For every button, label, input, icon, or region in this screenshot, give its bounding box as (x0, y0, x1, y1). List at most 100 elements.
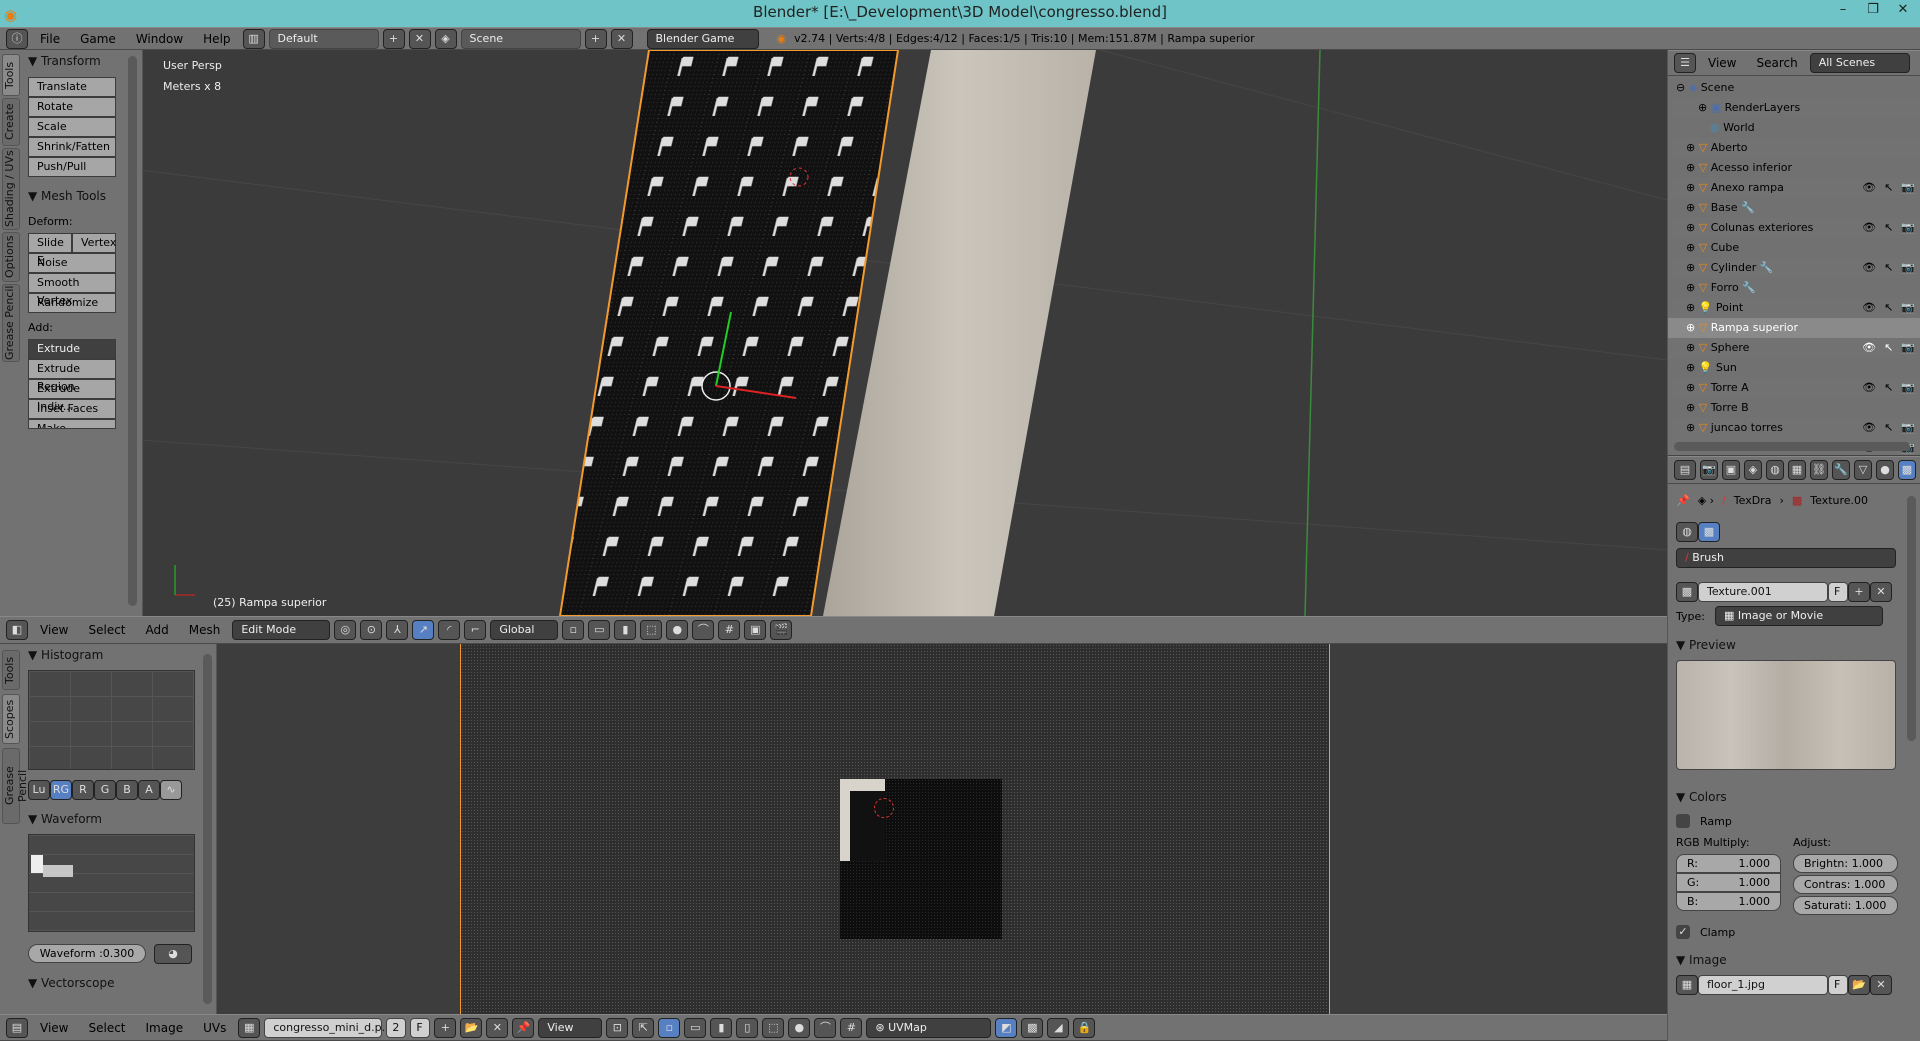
2d-cursor[interactable] (874, 798, 894, 818)
uv-fake-user-button[interactable]: F (410, 1017, 431, 1038)
mask-icon[interactable]: ◢ (1047, 1017, 1070, 1038)
waveform-panel-header[interactable]: ▼ Waveform (28, 808, 198, 830)
smooth-vertex-button[interactable]: Smooth Vertex (28, 273, 116, 307)
image-browse-icon[interactable]: ▦ (238, 1017, 261, 1038)
editor-type-info-icon[interactable]: ⓘ (6, 28, 28, 49)
menu-view[interactable]: View (32, 623, 76, 637)
properties-scrollbar[interactable] (1907, 496, 1916, 741)
brightness-field[interactable]: Brightn: 1.000 (1793, 854, 1898, 873)
pin-image-icon[interactable]: 📌 (512, 1017, 535, 1038)
image-browse-icon[interactable]: ▦ (1676, 975, 1698, 995)
orientation-selector[interactable]: Global (490, 620, 559, 640)
outliner-object-row[interactable]: ⊕ ▽ Forro 🔧 👁 ↖ 📷 (1668, 278, 1920, 314)
unlink-texture-icon[interactable]: ✕ (1870, 582, 1892, 602)
texture-browse-icon[interactable]: ▩ (1676, 582, 1698, 602)
ramp-checkbox[interactable]: Ramp (1676, 814, 1912, 828)
material-tab-icon[interactable]: ● (1876, 460, 1894, 480)
outliner-object-row[interactable]: ⊕ 💡 Point👁↖📷 (1668, 298, 1920, 334)
outliner-object-row[interactable]: ⊕ ▽ juncao torres👁↖📷 (1668, 418, 1920, 454)
menu-file[interactable]: File (32, 32, 68, 46)
layout-icon[interactable]: ▥ (242, 28, 265, 49)
extrude-dropdown[interactable]: Extrude (28, 339, 116, 359)
tab-options[interactable]: Options (2, 232, 20, 282)
remove-layout-icon[interactable]: ✕ (408, 28, 431, 49)
outliner-scrollbar[interactable] (1674, 442, 1910, 451)
object-tab-icon[interactable]: ▦ (1788, 460, 1806, 480)
snap-icon[interactable]: ⌒ (692, 620, 715, 640)
transform-panel-header[interactable]: ▼ Transform (28, 50, 128, 72)
outliner-object-row[interactable]: ⊕ ▽ Anexo rampa👁↖📷 (1668, 178, 1920, 214)
scale-manipulator-icon[interactable]: ⌐ (464, 620, 487, 640)
brush-texture-context[interactable]: / Brush (1676, 548, 1896, 568)
expand-icon[interactable]: ⊕ (1686, 201, 1695, 214)
add-scene-icon[interactable]: + (584, 28, 607, 49)
texture-name-field[interactable]: Texture.001 (1698, 582, 1828, 602)
menu-add[interactable]: Add (138, 623, 177, 637)
scene-tab-icon[interactable]: ◈ (1744, 460, 1762, 480)
minimize-button[interactable]: – (1828, 0, 1858, 22)
channel-g[interactable]: G (94, 780, 116, 800)
expand-icon[interactable]: ⊕ (1686, 281, 1695, 294)
lock-icon[interactable]: 🔒 (1073, 1017, 1096, 1038)
outliner-object-row[interactable]: ⊕ ▽ Torre A👁↖📷 (1668, 378, 1920, 414)
menu-select[interactable]: Select (80, 623, 133, 637)
slide-edge-button[interactable]: Slide E (28, 233, 72, 267)
outliner-object-row[interactable]: ⊕ ▽ Sphere👁↖📷 (1668, 338, 1920, 374)
scopes-tab-grease-pencil[interactable]: Grease Pencil (2, 748, 29, 824)
snap-element-icon[interactable]: # (840, 1017, 863, 1038)
expand-icon[interactable]: ⊕ (1686, 421, 1695, 434)
uv-mode-selector[interactable]: View (538, 1017, 603, 1038)
add-layout-icon[interactable]: + (382, 28, 405, 49)
channel-b[interactable]: B (116, 780, 138, 800)
b-multiply-field[interactable]: B: 1.000 (1676, 892, 1781, 911)
rotate-button[interactable]: Rotate (28, 97, 116, 117)
outliner-filter[interactable]: All Scenes (1809, 53, 1910, 73)
proportional-edit-icon[interactable]: ● (666, 620, 689, 640)
outliner-menu-view[interactable]: View (1700, 56, 1744, 70)
noise-button[interactable]: Noise (28, 253, 116, 273)
engine-selector[interactable]: Blender Game (646, 28, 759, 49)
menu-mesh[interactable]: Mesh (181, 623, 229, 637)
clamp-checkbox[interactable]: ✓ Clamp (1676, 925, 1912, 939)
uv-image-editor[interactable] (217, 644, 1667, 1014)
new-image-icon[interactable]: + (434, 1017, 457, 1038)
channel-luma[interactable]: Lu (28, 780, 50, 800)
world-texture-icon[interactable]: ◍ (1676, 522, 1698, 542)
menu-help[interactable]: Help (195, 32, 238, 46)
open-image-icon[interactable]: 📂 (460, 1017, 483, 1038)
outliner-object-row[interactable]: ⊕ 💡 Sun 👁 ↖ 📷 (1668, 358, 1920, 394)
shrink-fatten-button[interactable]: Shrink/Fatten (28, 137, 116, 157)
shading-icon[interactable]: ◎ (334, 620, 357, 640)
expand-icon[interactable]: ⊕ (1686, 161, 1695, 174)
scopes-scrollbar[interactable] (203, 654, 212, 1004)
channel-a[interactable]: A (138, 780, 160, 800)
colors-panel-header[interactable]: ▼ Colors (1676, 786, 1912, 808)
menu-window[interactable]: Window (128, 32, 191, 46)
saturation-field[interactable]: Saturati: 1.000 (1793, 896, 1898, 915)
r-multiply-field[interactable]: R: 1.000 (1676, 854, 1781, 873)
uv-menu-uvs[interactable]: UVs (195, 1021, 234, 1035)
layout-selector[interactable]: Default (268, 28, 379, 49)
outliner-object-row[interactable]: ⊕ ▽ Rampa superior 👁 ↖ 📷 (1668, 318, 1920, 354)
randomize-button[interactable]: Randomize (28, 293, 116, 313)
3d-viewport[interactable]: User Persp Meters x 8 (25) Rampa superio… (0, 50, 1667, 616)
tool-shelf-scrollbar[interactable] (128, 56, 137, 606)
tab-shading-uvs[interactable]: Shading / UVs (2, 148, 20, 230)
expand-icon[interactable]: ⊕ (1686, 241, 1695, 254)
outliner-object-row[interactable]: ⊕ ▽ Base 🔧 👁 ↖ 📷 (1668, 198, 1920, 234)
expand-icon[interactable]: ⊕ (1686, 401, 1695, 414)
world-tab-icon[interactable]: ◍ (1766, 460, 1784, 480)
expand-icon[interactable]: ⊕ (1686, 261, 1695, 274)
outliner-object-row[interactable]: ⊕ ▽ Torre B 👁 ↖ 📷 (1668, 398, 1920, 434)
inset-faces-button[interactable]: Inset Faces (28, 399, 116, 419)
face-select-icon[interactable]: ▮ (614, 620, 637, 640)
close-button[interactable]: ✕ (1888, 0, 1918, 22)
scene-icon[interactable]: ◈ (434, 28, 457, 49)
extrude-region-button[interactable]: Extrude Region (28, 359, 116, 393)
pivot-icon[interactable]: ⊙ (360, 620, 383, 640)
channel-r[interactable]: R (72, 780, 94, 800)
push-pull-button[interactable]: Push/Pull (28, 157, 116, 177)
outliner-scene[interactable]: ⊖ ◈ Scene (1668, 78, 1920, 98)
scale-button[interactable]: Scale (28, 117, 116, 137)
uv-menu-view[interactable]: View (32, 1021, 76, 1035)
